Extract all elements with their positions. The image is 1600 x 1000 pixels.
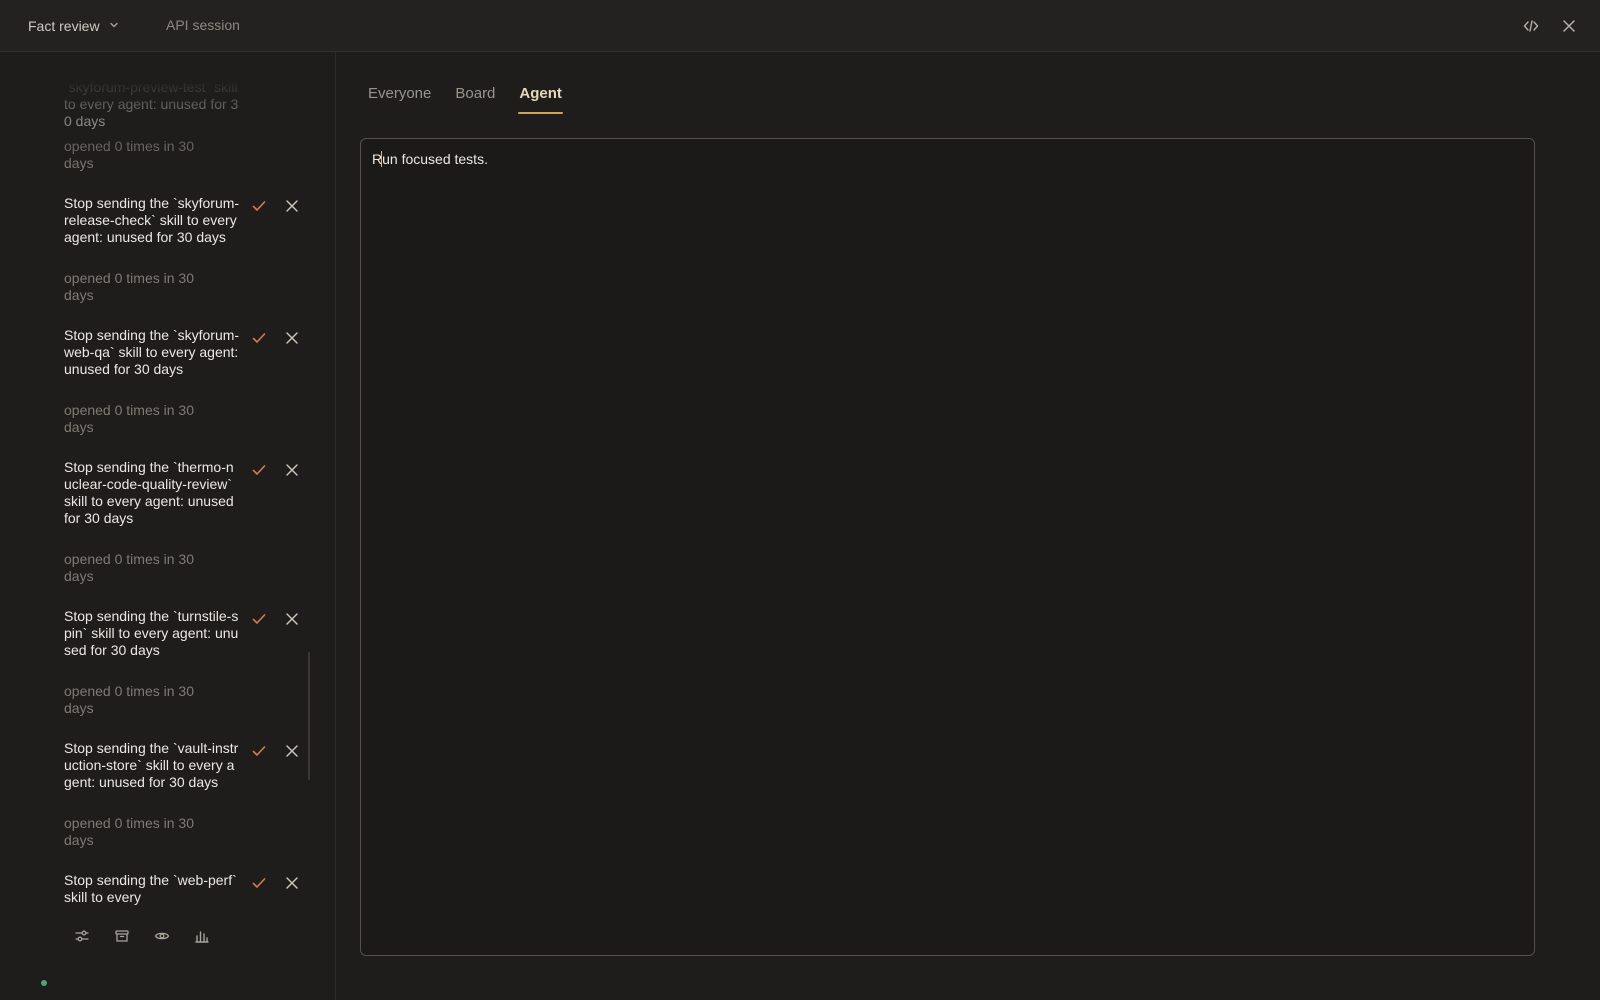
reject-button[interactable] — [281, 195, 303, 217]
mode-dropdown[interactable]: Fact review — [28, 16, 120, 36]
editor-text: un focused tests. — [382, 151, 488, 167]
accept-button[interactable] — [248, 195, 270, 217]
fact-title: Stop sending the `skyforum-web-qa` skill… — [64, 327, 240, 377]
accept-button[interactable] — [248, 608, 270, 630]
list-scrollbar[interactable] — [308, 652, 310, 780]
sliders-icon[interactable] — [72, 926, 92, 946]
reject-button[interactable] — [281, 327, 303, 349]
tab-everyone[interactable]: Everyone — [367, 84, 432, 114]
accept-button[interactable] — [248, 327, 270, 349]
eye-icon[interactable] — [152, 926, 172, 946]
fact-title: Stop sending the `skyforum-release-check… — [64, 195, 240, 245]
fact-title: Stop sending the `vault-instruction-stor… — [64, 740, 239, 790]
reject-button[interactable] — [281, 872, 303, 894]
code-toggle-icon[interactable] — [1520, 15, 1542, 37]
tab-agent[interactable]: Agent — [518, 84, 563, 114]
top-bar: Fact review API session — [0, 0, 1600, 52]
close-icon — [286, 613, 298, 625]
check-icon — [252, 614, 266, 624]
close-icon — [286, 745, 298, 757]
close-icon — [286, 877, 298, 889]
instruction-editor[interactable]: Run focused tests. — [360, 138, 1535, 956]
detail-panel: Everyone Board Agent Run focused tests. — [337, 52, 1600, 1000]
reject-button[interactable] — [281, 740, 303, 762]
fact-meta: opened 0 times in 30 days — [64, 138, 194, 171]
chevron-down-icon — [108, 18, 120, 34]
bar-chart-icon[interactable] — [192, 926, 212, 946]
reject-button[interactable] — [281, 608, 303, 630]
fact-review-panel: `skyforum-preview-test` skill to every a… — [0, 52, 336, 1000]
mode-dropdown-label: Fact review — [28, 18, 100, 34]
fact-meta: opened 0 times in 30 days — [64, 683, 194, 716]
fact-meta: opened 0 times in 30 days — [64, 402, 194, 435]
fact-toolbar — [72, 924, 212, 948]
fact-title: Stop sending the `thermo-nuclear-code-qu… — [64, 459, 234, 526]
archive-icon[interactable] — [112, 926, 132, 946]
fact-title: Stop sending the `turnstile-spin` skill … — [64, 608, 239, 658]
check-icon — [252, 465, 266, 475]
fact-title: Stop sending the `web-perf` skill to eve… — [64, 872, 237, 905]
check-icon — [252, 878, 266, 888]
tab-board[interactable]: Board — [454, 84, 496, 114]
close-icon — [286, 464, 298, 476]
check-icon — [252, 201, 266, 211]
fact-title: `skyforum-preview-test` skill to every a… — [64, 80, 239, 129]
close-icon — [286, 200, 298, 212]
reject-button[interactable] — [281, 459, 303, 481]
accept-button[interactable] — [248, 740, 270, 762]
check-icon — [252, 746, 266, 756]
session-label[interactable]: API session — [166, 17, 240, 33]
status-indicator — [41, 980, 47, 986]
check-icon — [252, 333, 266, 343]
fact-meta: opened 0 times in 30 days — [64, 815, 194, 848]
close-icon — [286, 332, 298, 344]
accept-button[interactable] — [248, 872, 270, 894]
accept-button[interactable] — [248, 459, 270, 481]
fact-list[interactable]: `skyforum-preview-test` skill to every a… — [0, 80, 312, 962]
fact-meta: opened 0 times in 30 days — [64, 270, 194, 303]
fact-meta: opened 0 times in 30 days — [64, 551, 194, 584]
audience-tabs: Everyone Board Agent — [367, 84, 563, 116]
close-icon[interactable] — [1558, 15, 1580, 37]
